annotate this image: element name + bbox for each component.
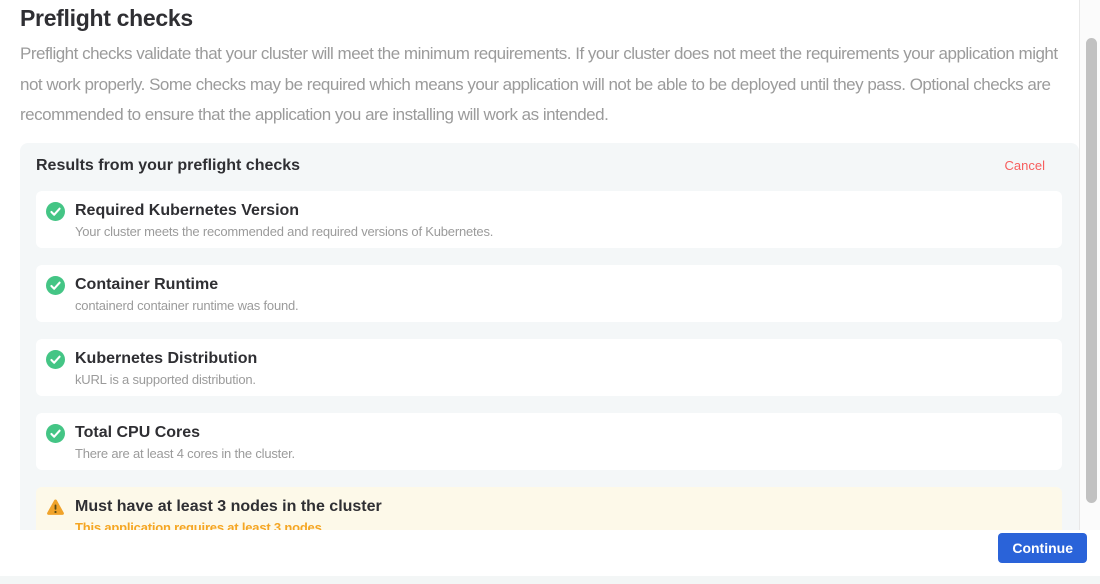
- check-text: Kubernetes Distribution kURL is a support…: [75, 349, 257, 387]
- cancel-link[interactable]: Cancel: [1005, 158, 1045, 173]
- check-title: Total CPU Cores: [75, 423, 295, 442]
- check-title: Container Runtime: [75, 275, 298, 294]
- bottom-strip: [0, 576, 1100, 584]
- check-circle-icon: [46, 276, 65, 295]
- check-message: kURL is a supported distribution.: [75, 372, 257, 387]
- check-text: Must have at least 3 nodes in the cluste…: [75, 497, 382, 530]
- check-circle-icon: [46, 202, 65, 221]
- page-title: Preflight checks: [20, 5, 193, 32]
- check-message: This application requires at least 3 nod…: [75, 520, 382, 530]
- check-list: Required Kubernetes Version Your cluster …: [20, 191, 1079, 530]
- check-row: Must have at least 3 nodes in the cluste…: [36, 487, 1062, 530]
- page-description: Preflight checks validate that your clus…: [20, 39, 1062, 131]
- check-title: Required Kubernetes Version: [75, 201, 493, 220]
- check-circle-icon: [46, 424, 65, 443]
- footer-bar: Continue: [0, 530, 1100, 576]
- check-text: Required Kubernetes Version Your cluster …: [75, 201, 493, 239]
- check-text: Total CPU Cores There are at least 4 core…: [75, 423, 295, 461]
- check-row: Container Runtime containerd container ru…: [36, 265, 1062, 322]
- preflight-screen: Preflight checks Preflight checks valida…: [0, 0, 1100, 584]
- check-row: Total CPU Cores There are at least 4 core…: [36, 413, 1062, 470]
- check-message: containerd container runtime was found.: [75, 298, 298, 313]
- card-header: Results from your preflight checks Cance…: [20, 157, 1079, 175]
- preflight-results-card: Results from your preflight checks Cance…: [20, 143, 1079, 530]
- check-circle-icon: [46, 350, 65, 369]
- continue-button[interactable]: Continue: [998, 533, 1087, 563]
- check-title: Kubernetes Distribution: [75, 349, 257, 368]
- check-row: Required Kubernetes Version Your cluster …: [36, 191, 1062, 248]
- check-title: Must have at least 3 nodes in the cluste…: [75, 497, 382, 516]
- scrollbar-track[interactable]: [1079, 0, 1100, 576]
- check-message: There are at least 4 cores in the cluste…: [75, 446, 295, 461]
- check-message: Your cluster meets the recommended and r…: [75, 224, 493, 239]
- warning-triangle-icon: [46, 498, 65, 517]
- scrollbar-thumb[interactable]: [1086, 38, 1097, 503]
- scroll-area: Preflight checks Preflight checks valida…: [0, 0, 1079, 530]
- check-row: Kubernetes Distribution kURL is a support…: [36, 339, 1062, 396]
- card-title: Results from your preflight checks: [36, 157, 300, 175]
- check-text: Container Runtime containerd container ru…: [75, 275, 298, 313]
